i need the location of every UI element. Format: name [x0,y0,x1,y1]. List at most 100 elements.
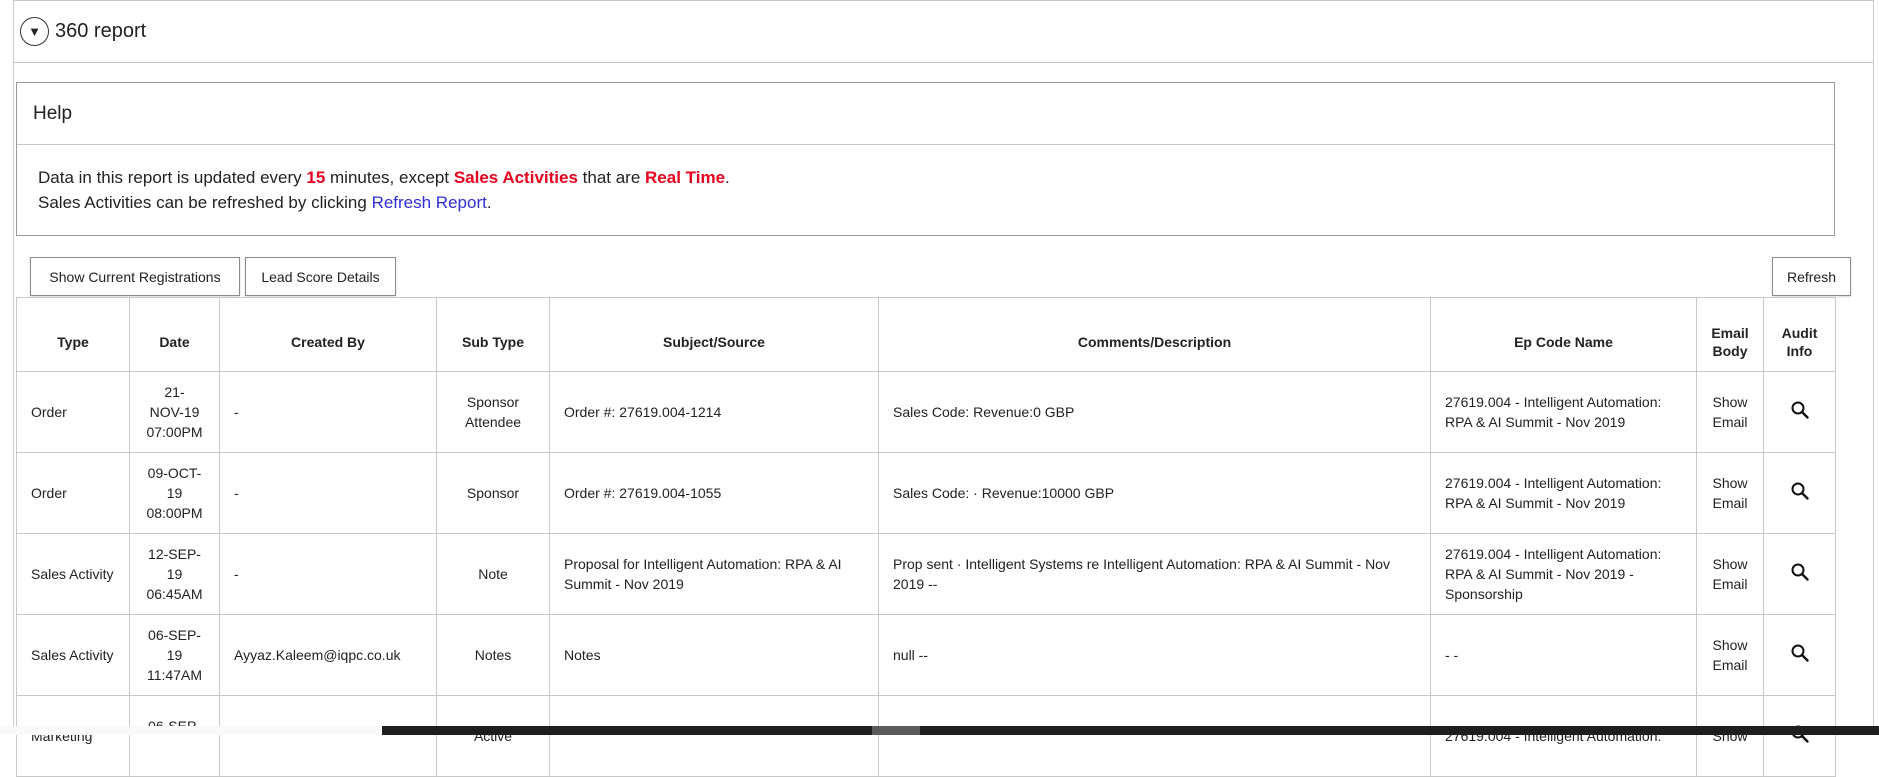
cell-created-by-text: - [234,404,239,420]
cell-sub-type-text: Sponsor [466,394,520,410]
column-header-email-body[interactable]: Email Body [1696,297,1764,372]
table-row: Sales Activity 06-SEP- 19 11:47AM Ayyaz.Kale… [16,614,1836,696]
cell-created-by [219,695,437,777]
show-email-link[interactable]: Show [1696,695,1764,777]
header-text: Body [1712,342,1748,359]
cell-comments-text: Prop sent · Intelligent Systems re Intel… [893,556,1390,592]
cell-date: 21- NOV-19 07:00PM [129,371,220,453]
show-email-link[interactable]: Show Email [1696,452,1764,534]
cell-ep-code: 27619.004 - Intelligent Automation: RPA … [1430,533,1697,615]
cell-type: Marketing [16,695,130,777]
cell-date-text: 11:47AM [147,667,202,683]
help-text-segment: . [486,193,492,212]
sales-activities-label: Sales Activities [453,168,578,187]
lead-score-details-button[interactable]: Lead Score Details [245,257,396,296]
header-text: Audit [1781,324,1818,341]
show-email-link-text[interactable]: Email [1712,414,1747,430]
cell-comments-text: Sales Code: · Revenue:10000 GBP [893,485,1115,501]
show-email-link-text[interactable]: Show [1712,637,1747,653]
table-row: Sales Activity 12-SEP- 19 06:45AM - Note Propo… [16,533,1836,615]
cell-sub-type-text: Attendee [464,414,522,430]
panel-header[interactable]: ▼ 360 report [14,0,1873,63]
cell-subject-text: Notes [564,647,601,663]
column-header-date[interactable]: Date [129,297,220,372]
cell-subject-text: Order #: 27619.004-1055 [564,485,722,501]
column-header-type[interactable]: Type [16,297,130,372]
column-header-audit-info[interactable]: Audit Info [1763,297,1836,372]
table-row: Order 21- NOV-19 07:00PM - Sponsor Attendee Ord… [16,371,1836,453]
search-icon[interactable] [1789,642,1811,664]
show-current-registrations-button[interactable]: Show Current Registrations [30,257,240,296]
show-email-link-text[interactable]: Email [1712,495,1747,511]
update-interval: 15 [306,168,326,187]
header-text: Info [1786,342,1813,359]
cell-subject [549,695,879,777]
cell-sub-type-text: Sponsor [466,485,520,501]
cell-ep-code-text: - - [1445,647,1459,663]
help-text-segment: Data in this report is updated every [38,168,307,187]
column-header-created-by[interactable]: Created By [219,297,437,372]
collapse-toggle-icon[interactable]: ▼ [20,17,49,46]
refresh-report-link[interactable]: Refresh Report [372,193,487,212]
search-icon[interactable] [1789,561,1811,583]
cell-date-text: 08:00PM [146,505,203,521]
cell-ep-code: 27619.004 - Intelligent Automation: [1430,695,1697,777]
help-text-segment: that are [577,168,646,187]
cell-ep-code-text: 27619.004 - Intelligent Automation: RPA … [1445,394,1662,430]
search-icon[interactable] [1789,480,1811,502]
show-email-link-text[interactable]: Show [1712,475,1747,491]
cell-date-text: 06-SEP- [148,627,201,643]
activity-table: Type Date Created By Sub Type Subject/So… [16,297,1836,777]
cell-created-by: Ayyaz.Kaleem@iqpc.co.uk [219,614,437,696]
cell-subject: Proposal for Intelligent Automation: RPA… [549,533,879,615]
cell-date: 06-SEP- [129,695,220,777]
show-email-link-text[interactable]: Email [1712,576,1747,592]
cell-sub-type-text: Notes [474,647,512,663]
real-time-label: Real Time [645,168,726,187]
show-email-link[interactable]: Show Email [1696,371,1764,453]
cell-type: Sales Activity [16,614,130,696]
cell-sub-type: Note [436,533,550,615]
panel-title: 360 report [55,20,147,42]
cell-comments: Sales Code: Revenue:0 GBP [878,371,1431,453]
cell-comments-text: Sales Code: Revenue:0 GBP [893,404,1075,420]
cell-ep-code: 27619.004 - Intelligent Automation: RPA … [1430,452,1697,534]
cell-ep-code-text: 27619.004 - Intelligent Automation: RPA … [1445,475,1662,511]
cell-subject: Order #: 27619.004-1055 [549,452,879,534]
cell-comments-text: null -- [893,647,929,663]
header-text: Email [1711,324,1749,341]
search-icon[interactable] [1789,399,1811,421]
show-email-link-text[interactable]: Show [1712,556,1747,572]
cell-type: Order [16,371,130,453]
taskbar-segment [872,726,920,735]
cell-sub-type: Sponsor Attendee [436,371,550,453]
cell-subject: Order #: 27619.004-1214 [549,371,879,453]
column-header-ep-code[interactable]: Ep Code Name [1430,297,1697,372]
column-header-sub-type[interactable]: Sub Type [436,297,550,372]
show-email-link-text[interactable]: Email [1712,657,1747,673]
cell-ep-code: 27619.004 - Intelligent Automation: RPA … [1430,371,1697,453]
help-line-1: Data in this report is updated every 15 … [38,165,1834,190]
cell-date-text: 06:45AM [146,586,203,602]
cell-audit-info [1763,533,1836,615]
cell-sub-type: Notes [436,614,550,696]
cell-date-text: 19 [166,485,183,501]
help-text-segment: . [725,168,730,187]
cell-created-by-text: - [234,566,239,582]
refresh-button[interactable]: Refresh [1772,257,1851,296]
show-email-link[interactable]: Show Email [1696,614,1764,696]
cell-created-by: - [219,533,437,615]
cell-created-by: - [219,452,437,534]
table-header-row: Type Date Created By Sub Type Subject/So… [16,297,1836,372]
cell-audit-info [1763,371,1836,453]
show-email-link[interactable]: Show Email [1696,533,1764,615]
cell-created-by-text: - [234,485,239,501]
taskbar-segment [0,726,382,735]
taskbar-strip [0,726,1879,735]
table-row: Marketing06-SEP- Active 27619.004 - Intell… [16,695,1836,777]
column-header-comments[interactable]: Comments/Description [878,297,1431,372]
help-line-2: Sales Activities can be refreshed by cli… [38,190,1834,215]
column-header-subject[interactable]: Subject/Source [549,297,879,372]
cell-type: Order [16,452,130,534]
show-email-link-text[interactable]: Show [1712,394,1747,410]
